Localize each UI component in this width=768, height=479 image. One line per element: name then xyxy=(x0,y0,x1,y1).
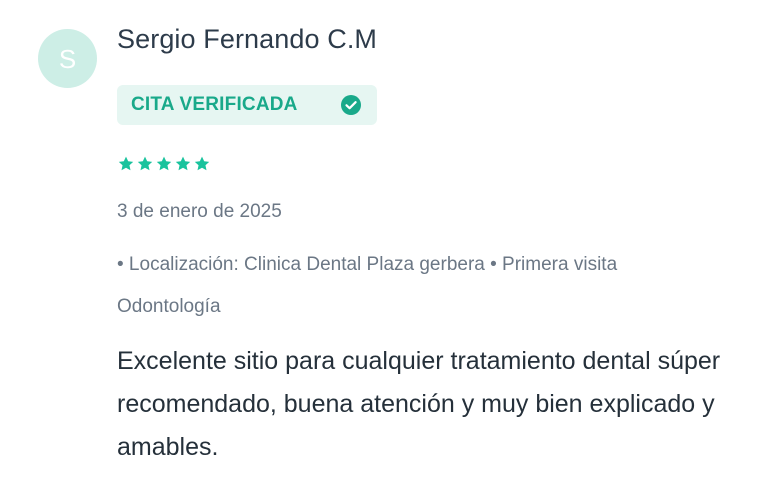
star-icon xyxy=(137,156,153,171)
avatar: S xyxy=(38,29,97,88)
verified-appointment-badge: CITA VERIFICADA xyxy=(117,85,377,125)
star-rating xyxy=(117,155,211,173)
review-date: 3 de enero de 2025 xyxy=(117,201,282,222)
review-text: Excelente sitio para cualquier tratamien… xyxy=(117,347,721,461)
verified-badge-label: CITA VERIFICADA xyxy=(131,94,298,115)
reviewer-name[interactable]: Sergio Fernando C.M xyxy=(117,24,377,55)
review-card: S Sergio Fernando C.M CITA VERIFICADA 3 … xyxy=(0,0,768,479)
star-icon xyxy=(118,156,134,171)
check-circle-icon xyxy=(341,95,361,115)
visit-location-meta: • Localización: Clinica Dental Plaza ger… xyxy=(117,254,618,317)
star-icon xyxy=(194,156,210,171)
star-icon xyxy=(156,156,172,171)
star-icon xyxy=(175,156,191,171)
